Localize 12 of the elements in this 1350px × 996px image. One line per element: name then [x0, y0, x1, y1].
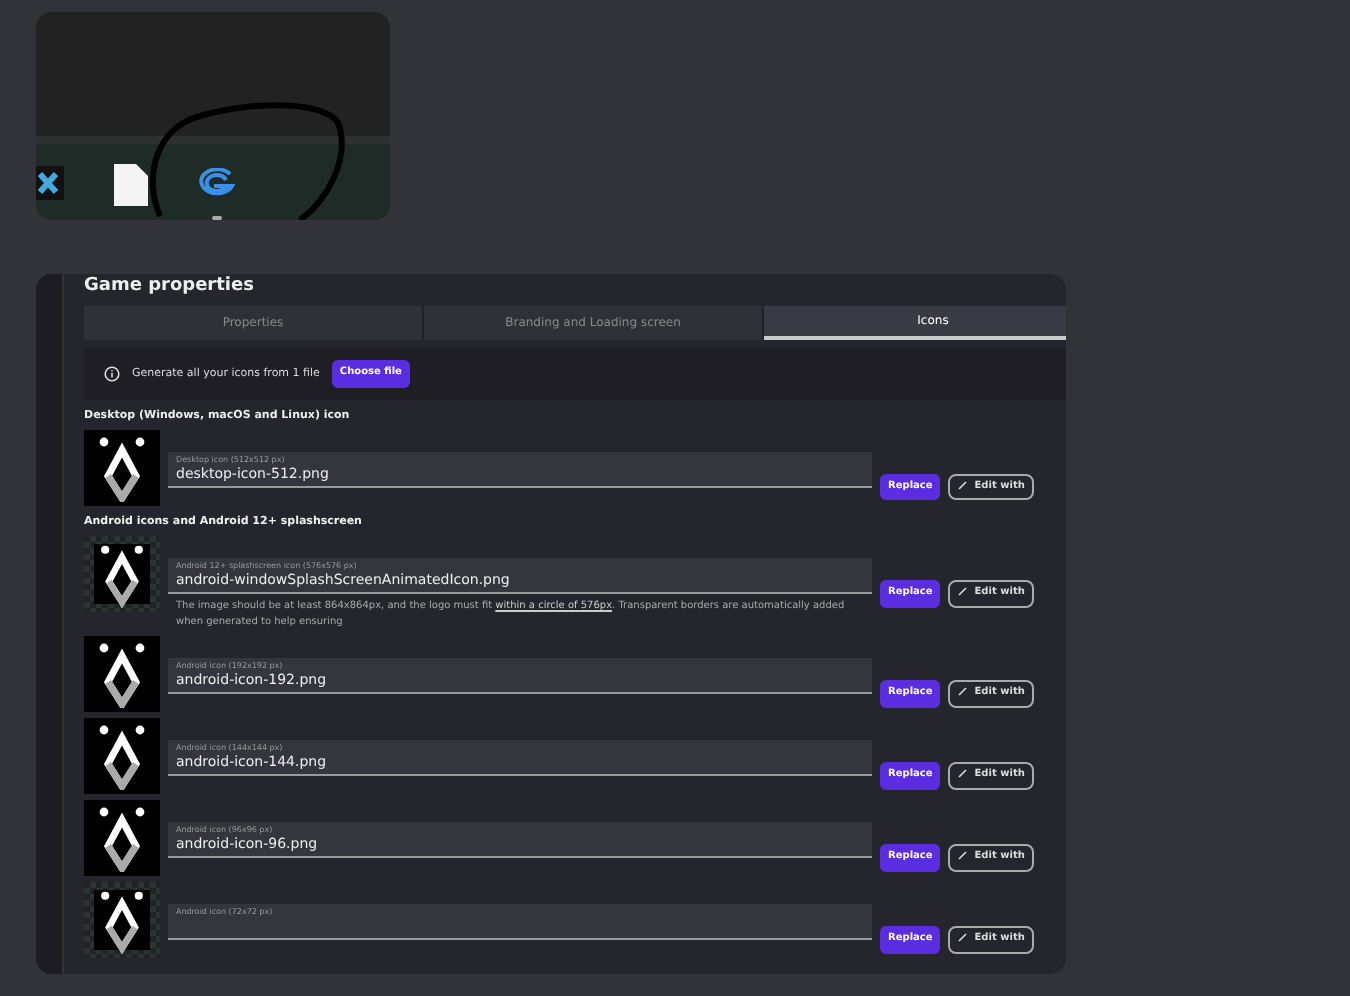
- pencil-icon: [958, 768, 969, 779]
- info-icon: [104, 365, 120, 382]
- file-icon: [114, 164, 148, 206]
- running-indicator: [212, 216, 222, 220]
- app-icon: [36, 166, 64, 200]
- pencil-icon: [958, 932, 969, 943]
- pencil-icon: [958, 479, 969, 490]
- dialog-title: Game properties: [84, 276, 256, 298]
- pencil-icon: [958, 586, 969, 597]
- pencil-icon: [958, 850, 969, 861]
- pencil-icon: [958, 686, 969, 697]
- logo-icon: [196, 168, 236, 196]
